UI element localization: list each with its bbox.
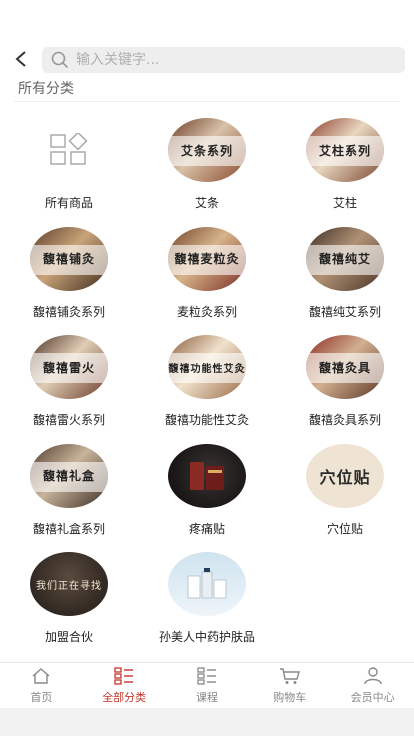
category-image-text: 馥禧礼盒 xyxy=(42,469,95,483)
tab-all-categories[interactable]: 全部分类 xyxy=(83,663,166,708)
tab-home[interactable]: 首页 xyxy=(0,663,83,708)
category-label: 穴位贴 xyxy=(326,521,363,536)
header xyxy=(0,40,414,78)
tab-label: 全部分类 xyxy=(102,691,147,704)
category-moxa-cone[interactable]: 艾柱系列 艾柱 xyxy=(276,110,414,219)
category-image: 艾柱系列 xyxy=(306,118,384,182)
category-label: 馥禧铺灸系列 xyxy=(32,304,105,319)
category-label: 麦粒灸系列 xyxy=(176,304,237,319)
category-image-text: 艾柱系列 xyxy=(318,143,371,158)
home-indicator-area xyxy=(0,708,414,736)
all-products-icon xyxy=(30,118,108,182)
category-image: 馥禧功能性艾灸 xyxy=(168,335,246,399)
category-herbal-skincare[interactable]: 孙美人中药护肤品 xyxy=(138,544,276,653)
category-image: 馥禧铺灸 xyxy=(30,226,108,291)
category-grain-moxibustion[interactable]: 馥禧麦粒灸 麦粒灸系列 xyxy=(138,219,276,328)
search-input[interactable] xyxy=(76,52,376,68)
tab-member-center[interactable]: 会员中心 xyxy=(331,663,414,708)
category-functional-moxibustion[interactable]: 馥禧功能性艾灸 馥禧功能性艾灸 xyxy=(138,327,276,436)
category-label: 馥禧礼盒系列 xyxy=(32,521,105,536)
tab-label: 课程 xyxy=(195,691,218,704)
category-image-text: 馥禧麦粒灸 xyxy=(174,252,240,266)
category-image: 馥禧灸具 xyxy=(306,335,384,399)
category-image-text: 馥禧灸具 xyxy=(318,360,371,375)
category-label: 馥禧功能性艾灸 xyxy=(164,413,249,427)
category-all-products[interactable]: 所有商品 xyxy=(0,110,138,219)
category-grid: 所有商品 艾条系列 艾条 艾柱系列 艾柱 馥禧铺灸 馥禧铺灸系列 馥禧麦粒灸 麦… xyxy=(0,110,414,653)
category-moxa-stick[interactable]: 艾条系列 艾条 xyxy=(138,110,276,219)
category-label: 馥禧雷火系列 xyxy=(32,413,105,427)
tab-cart[interactable]: 购物车 xyxy=(248,663,331,708)
tab-label: 会员中心 xyxy=(350,691,395,704)
category-icon xyxy=(113,666,135,686)
category-label: 馥禧纯艾系列 xyxy=(308,304,381,319)
category-franchise[interactable]: 我们正在寻找 加盟合伙 xyxy=(0,544,138,653)
section-title: 所有分类 xyxy=(18,81,74,97)
tab-label: 首页 xyxy=(30,691,53,704)
category-pain-patch[interactable]: 疼痛贴 xyxy=(138,436,276,545)
category-image: 馥禧雷火 xyxy=(30,335,108,399)
category-image: 馥禧礼盒 xyxy=(30,443,108,508)
category-label: 馥禧灸具系列 xyxy=(308,413,381,427)
category-label: 孙美人中药护肤品 xyxy=(158,630,255,644)
status-bar-area xyxy=(0,0,414,40)
category-image-text: 艾条系列 xyxy=(180,143,233,158)
category-image: 艾条系列 xyxy=(168,118,246,182)
category-image-text: 馥禧纯艾 xyxy=(318,252,371,266)
category-image-text: 穴位贴 xyxy=(319,467,371,487)
user-icon xyxy=(362,666,384,686)
category-image-text: 我们正在寻找 xyxy=(36,580,102,592)
search-icon xyxy=(50,50,70,70)
back-button[interactable] xyxy=(0,40,42,78)
category-image-text: 馥禧功能性艾灸 xyxy=(168,363,246,375)
category-image: 我们正在寻找 xyxy=(30,552,108,616)
category-image: 穴位贴 xyxy=(306,443,384,508)
tab-label: 购物车 xyxy=(273,691,307,704)
category-image: 馥禧麦粒灸 xyxy=(168,226,246,291)
category-thunder-fire[interactable]: 馥禧雷火 馥禧雷火系列 xyxy=(0,327,138,436)
bottom-tab-bar: 首页 全部分类 课程 购物车 会员中心 xyxy=(0,662,414,708)
category-label: 艾条 xyxy=(194,196,219,210)
category-image-text: 馥禧雷火 xyxy=(42,360,95,375)
home-icon xyxy=(30,666,52,686)
cart-icon xyxy=(279,666,301,686)
tab-courses[interactable]: 课程 xyxy=(166,663,249,708)
pain-patch-box-icon xyxy=(190,461,224,490)
category-image: 馥禧纯艾 xyxy=(306,226,384,291)
category-gift-box[interactable]: 馥禧礼盒 馥禧礼盒系列 xyxy=(0,436,138,545)
course-icon xyxy=(196,666,218,686)
category-image-text: 馥禧铺灸 xyxy=(42,252,95,266)
category-image xyxy=(168,552,246,616)
category-acupoint-patch[interactable]: 穴位贴 穴位贴 xyxy=(276,436,414,545)
category-image xyxy=(168,443,246,508)
category-label: 疼痛贴 xyxy=(188,521,225,536)
search-bar[interactable] xyxy=(42,47,405,73)
category-label: 加盟合伙 xyxy=(44,630,93,644)
skincare-products-icon xyxy=(187,568,227,599)
divider xyxy=(14,101,400,102)
category-label: 所有商品 xyxy=(44,196,93,210)
category-label: 艾柱 xyxy=(332,196,357,210)
chevron-left-icon xyxy=(15,51,26,67)
category-pure-moxa[interactable]: 馥禧纯艾 馥禧纯艾系列 xyxy=(276,219,414,328)
category-moxibustion-tools[interactable]: 馥禧灸具 馥禧灸具系列 xyxy=(276,327,414,436)
category-spread-moxibustion[interactable]: 馥禧铺灸 馥禧铺灸系列 xyxy=(0,219,138,328)
